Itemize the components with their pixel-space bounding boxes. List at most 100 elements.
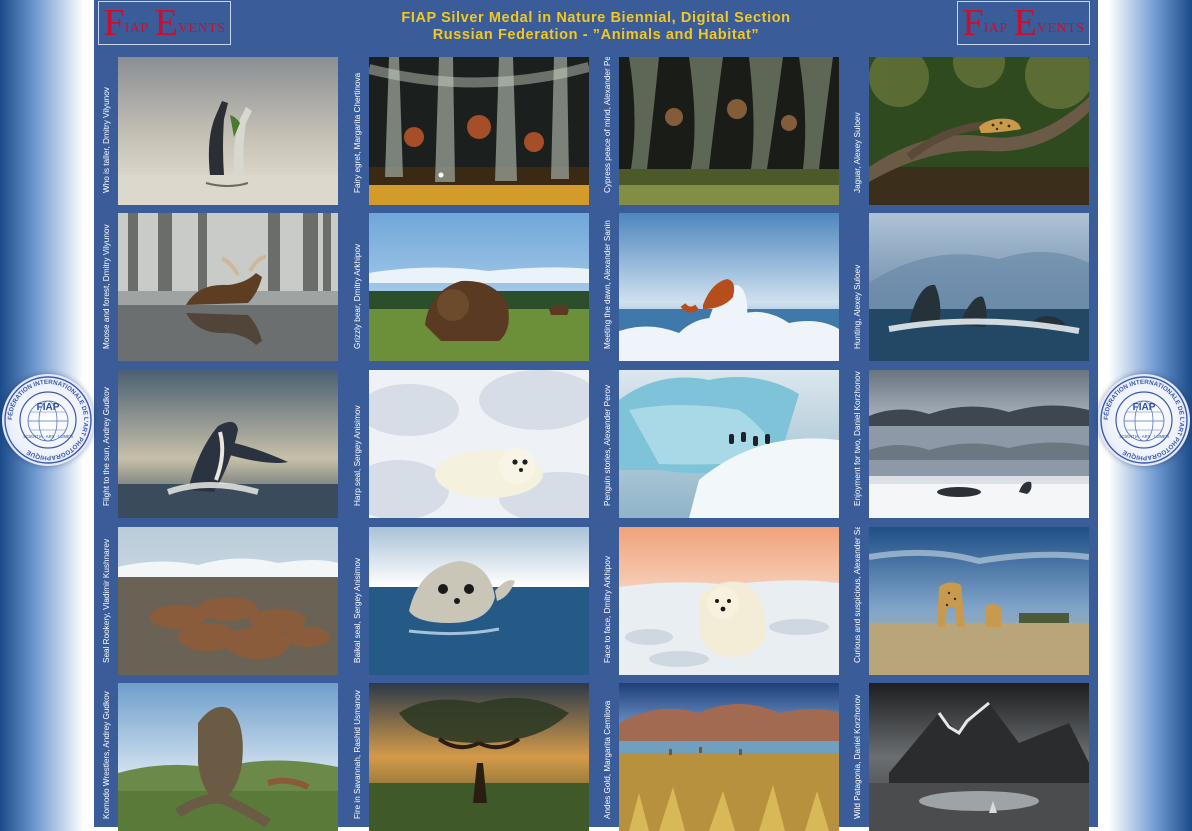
- svg-text:FIAP: FIAP: [1133, 402, 1156, 413]
- photo-penguins: [619, 370, 839, 518]
- photo-caption-text: Jaguar, Alexey Suloev: [853, 112, 862, 193]
- photo-cypress-night: [369, 57, 589, 205]
- photo-card[interactable]: Fire in Savannah, Rashid Usmanov: [351, 683, 589, 831]
- photo-caption: Enjoyment for two, Daniel Korzhonov: [851, 370, 865, 518]
- photo-caption-text: Baikal seal, Sergey Anisimov: [353, 557, 362, 663]
- photo-caption-text: Wild Patagonia, Daniel Korzhonov: [853, 694, 862, 819]
- photo-caption-text: Andes Gold, Margarita Cemilova: [603, 700, 612, 819]
- svg-text:SCIENTIA · ARS · LUMEN: SCIENTIA · ARS · LUMEN: [23, 434, 73, 439]
- photo-card[interactable]: Flight to the sun, Andrey Gudkov: [100, 370, 338, 518]
- photo-card[interactable]: Hunting, Alexey Suloev: [851, 213, 1089, 361]
- fiap-seal-right: FÉDÉRATION INTERNATIONALE DE L'ART PHOTO…: [1098, 374, 1190, 466]
- photo-caption-text: Hunting, Alexey Suloev: [853, 264, 862, 349]
- photo-card[interactable]: Andes Gold, Margarita Cemilova: [601, 683, 839, 831]
- svg-text:SCIENTIA · ARS · LUMEN: SCIENTIA · ARS · LUMEN: [1119, 434, 1169, 439]
- photo-image[interactable]: [118, 527, 338, 675]
- photo-harp-seal: [369, 370, 589, 518]
- photo-card[interactable]: Komodo Wrestlers, Andrey Gudkov: [100, 683, 338, 831]
- photo-caption-text: Grizzly bear, Dmitry Arkhipov: [353, 243, 362, 349]
- photo-card[interactable]: Fairy egret, Margarita Chertinova: [351, 57, 589, 205]
- photo-card[interactable]: Grizzly bear, Dmitry Arkhipov: [351, 213, 589, 361]
- photo-image[interactable]: [869, 370, 1089, 518]
- photo-whales: [869, 213, 1089, 361]
- photo-card[interactable]: Penguin stories, Alexander Perov: [601, 370, 839, 518]
- photo-image[interactable]: [869, 683, 1089, 831]
- photo-image[interactable]: [619, 370, 839, 518]
- photo-caption-text: Cypress peace of mind, Alexander Perov: [603, 57, 612, 193]
- photo-card[interactable]: Jaguar, Alexey Suloev: [851, 57, 1089, 205]
- photo-card[interactable]: Meeting the dawn, Alexander Sanin: [601, 213, 839, 361]
- photo-image[interactable]: [619, 57, 839, 205]
- photo-cheetah: [869, 527, 1089, 675]
- photo-card[interactable]: Enjoyment for two, Daniel Korzhonov: [851, 370, 1089, 518]
- photo-card[interactable]: Moose and forest, Dmitry Vilyunov: [100, 213, 338, 361]
- photo-caption: Baikal seal, Sergey Anisimov: [351, 527, 365, 675]
- photo-card[interactable]: Face to face, Dmitry Arkhipov: [601, 527, 839, 675]
- photo-card[interactable]: Harp seal, Sergey Anisimov: [351, 370, 589, 518]
- photo-caption-text: Harp seal, Sergey Anisimov: [353, 405, 362, 506]
- photo-caption: Meeting the dawn, Alexander Sanin: [601, 213, 615, 361]
- photo-caption: Penguin stories, Alexander Perov: [601, 370, 615, 518]
- svg-text:FIAP: FIAP: [37, 402, 60, 413]
- photo-caption: Flight to the sun, Andrey Gudkov: [100, 370, 114, 518]
- photo-komodo: [118, 683, 338, 831]
- photo-bear: [369, 213, 589, 361]
- photo-image[interactable]: [369, 370, 589, 518]
- photo-caption: Who is taller, Dmitry Vilyunov: [100, 57, 114, 205]
- photo-image[interactable]: [369, 57, 589, 205]
- photo-image[interactable]: [869, 527, 1089, 675]
- photo-caption: Jaguar, Alexey Suloev: [851, 57, 865, 205]
- photo-image[interactable]: [118, 683, 338, 831]
- photo-image[interactable]: [869, 57, 1089, 205]
- photo-image[interactable]: [118, 213, 338, 361]
- photo-image[interactable]: [369, 683, 589, 831]
- photo-image[interactable]: [619, 683, 839, 831]
- photo-walrus: [118, 527, 338, 675]
- fiap-events-logo-right: F IAP E VENTS: [957, 1, 1090, 45]
- photo-caption-text: Seal Rookery, Vladimir Kushnarev: [102, 538, 111, 663]
- photo-card[interactable]: Wild Patagonia, Daniel Korzhonov: [851, 683, 1089, 831]
- page-title: FIAP Silver Medal in Nature Biennial, Di…: [240, 10, 952, 44]
- photo-caption: Andes Gold, Margarita Cemilova: [601, 683, 615, 831]
- title-line-1: FIAP Silver Medal in Nature Biennial, Di…: [401, 10, 791, 26]
- photo-caption: Fire in Savannah, Rashid Usmanov: [351, 683, 365, 831]
- photo-breach: [118, 370, 338, 518]
- photo-caption: Seal Rookery, Vladimir Kushnarev: [100, 527, 114, 675]
- photo-baikal-seal: [369, 527, 589, 675]
- photo-caption: Moose and forest, Dmitry Vilyunov: [100, 213, 114, 361]
- photo-caption-text: Who is taller, Dmitry Vilyunov: [102, 87, 111, 193]
- photo-caption-text: Enjoyment for two, Daniel Korzhonov: [853, 371, 862, 506]
- photo-caption: Grizzly bear, Dmitry Arkhipov: [351, 213, 365, 361]
- fiap-seal-icon: FÉDÉRATION INTERNATIONALE DE L'ART PHOTO…: [1100, 376, 1188, 464]
- photo-caption: Hunting, Alexey Suloev: [851, 213, 865, 361]
- photo-image[interactable]: [118, 57, 338, 205]
- photo-fox-ice: [619, 213, 839, 361]
- photo-card[interactable]: Baikal seal, Sergey Anisimov: [351, 527, 589, 675]
- photo-image[interactable]: [369, 213, 589, 361]
- photo-caption: Cypress peace of mind, Alexander Perov: [601, 57, 615, 205]
- photo-savannah: [369, 683, 589, 831]
- photo-caption-text: Curious and suspicious, Alexander Sanin: [853, 527, 862, 663]
- photo-caption-text: Flight to the sun, Andrey Gudkov: [102, 387, 111, 506]
- photo-andes: [619, 683, 839, 831]
- photo-image[interactable]: [369, 527, 589, 675]
- photo-jaguar: [869, 57, 1089, 205]
- fiap-seal-left: FÉDÉRATION INTERNATIONALE DE L'ART PHOTO…: [2, 374, 94, 466]
- photo-image[interactable]: [118, 370, 338, 518]
- photo-image[interactable]: [619, 527, 839, 675]
- fiap-seal-icon: FÉDÉRATION INTERNATIONALE DE L'ART PHOTO…: [4, 376, 92, 464]
- photo-caption: Harp seal, Sergey Anisimov: [351, 370, 365, 518]
- photo-polar-bear: [619, 527, 839, 675]
- photo-card[interactable]: Who is taller, Dmitry Vilyunov: [100, 57, 338, 205]
- photo-caption: Wild Patagonia, Daniel Korzhonov: [851, 683, 865, 831]
- photo-caption-text: Komodo Wrestlers, Andrey Gudkov: [102, 691, 111, 819]
- photo-caption: Face to face, Dmitry Arkhipov: [601, 527, 615, 675]
- photo-image[interactable]: [619, 213, 839, 361]
- photo-caption-text: Fairy egret, Margarita Chertinova: [353, 72, 362, 193]
- photo-card[interactable]: Cypress peace of mind, Alexander Perov: [601, 57, 839, 205]
- photo-card[interactable]: Seal Rookery, Vladimir Kushnarev: [100, 527, 338, 675]
- photo-birds-pond: [118, 57, 338, 205]
- photo-image[interactable]: [869, 213, 1089, 361]
- title-line-2: Russian Federation - ”Animals and Habita…: [432, 27, 760, 43]
- photo-card[interactable]: Curious and suspicious, Alexander Sanin: [851, 527, 1089, 675]
